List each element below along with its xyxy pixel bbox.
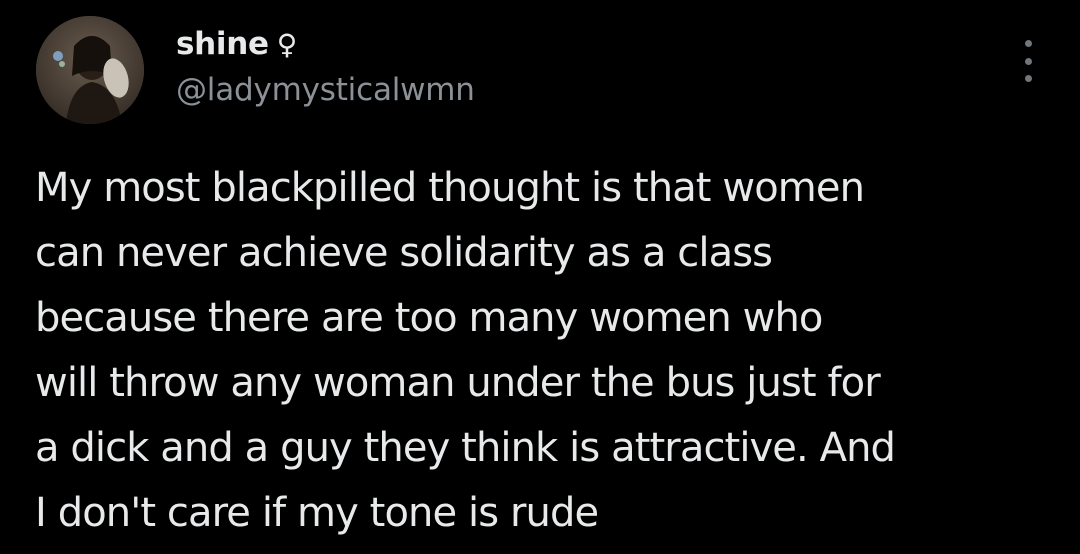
avatar[interactable] xyxy=(36,16,144,124)
tweet: shine ♀ @ladymysticalwmn My most blackpi… xyxy=(0,0,1080,554)
tweet-text-line: I don't care if my tone is rude xyxy=(35,490,599,536)
tweet-text-line: because there are too many women who xyxy=(35,295,823,341)
female-sign-icon: ♀ xyxy=(276,27,298,61)
more-options-button[interactable] xyxy=(1016,40,1040,82)
display-name[interactable]: shine xyxy=(176,26,269,62)
display-name-row: shine ♀ xyxy=(176,22,475,66)
more-vertical-icon xyxy=(1024,40,1032,47)
more-vertical-icon-dot xyxy=(1024,75,1032,82)
user-handle[interactable]: @ladymysticalwmn xyxy=(176,72,475,108)
tweet-text-line: can never achieve solidarity as a class xyxy=(35,230,773,276)
tweet-text-line: My most blackpilled thought is that wome… xyxy=(35,165,865,211)
avatar-image xyxy=(36,16,144,124)
tweet-header: shine ♀ @ladymysticalwmn xyxy=(176,22,475,108)
tweet-text-line: will throw any woman under the bus just … xyxy=(35,360,881,406)
tweet-text: My most blackpilled thought is that wome… xyxy=(35,156,1055,546)
tweet-text-line: a dick and a guy they think is attractiv… xyxy=(35,425,896,471)
more-vertical-icon-dot xyxy=(1024,57,1032,65)
